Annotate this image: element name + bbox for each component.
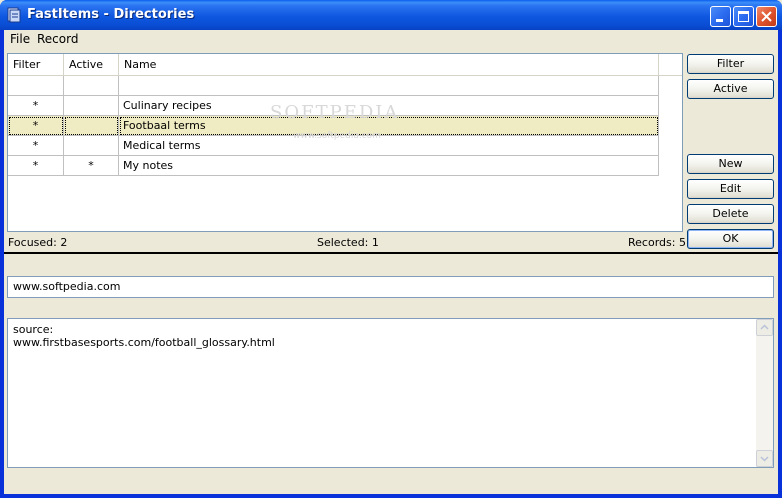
- memo-line-2: www.firstbasesports.com/football_glossar…: [13, 336, 275, 349]
- column-header-active[interactable]: Active: [64, 54, 119, 76]
- ok-button[interactable]: OK: [687, 229, 774, 249]
- grid-header: Filter Active Name: [8, 54, 682, 76]
- table-row[interactable]: * * My notes: [8, 156, 664, 176]
- minimize-button[interactable]: [710, 6, 731, 27]
- cell-active[interactable]: [64, 136, 119, 156]
- status-selected: Selected: 1: [317, 236, 379, 249]
- directories-grid[interactable]: Filter Active Name * Culinary recipes * …: [7, 53, 683, 232]
- memo-text[interactable]: source: www.firstbasesports.com/football…: [13, 323, 275, 349]
- menu-record[interactable]: Record: [35, 32, 80, 46]
- cell-name[interactable]: [119, 76, 659, 96]
- close-icon: [761, 11, 772, 22]
- app-icon: [7, 7, 21, 23]
- softpedia-watermark: SOFTPEDIA: [270, 102, 400, 123]
- cell-active[interactable]: [64, 76, 119, 96]
- app-window: FastItems - Directories File Record Filt…: [0, 0, 782, 498]
- maximize-icon: [738, 11, 749, 22]
- notes-memo[interactable]: source: www.firstbasesports.com/football…: [7, 318, 774, 468]
- column-header-filter[interactable]: Filter: [8, 54, 64, 76]
- minimize-icon: [716, 19, 723, 22]
- memo-scrollbar[interactable]: [756, 319, 773, 467]
- menu-bar: File Record: [4, 30, 778, 49]
- new-button[interactable]: New: [687, 154, 774, 174]
- scroll-down-button[interactable]: [756, 450, 773, 467]
- filter-button[interactable]: Filter: [687, 54, 774, 74]
- cell-active[interactable]: [64, 96, 119, 116]
- cell-filter[interactable]: *: [8, 96, 64, 116]
- status-records: Records: 5: [628, 236, 686, 249]
- cell-active[interactable]: *: [64, 156, 119, 176]
- softpedia-watermark-url: www.softpedia.com: [293, 131, 381, 141]
- url-field[interactable]: www.softpedia.com: [7, 276, 774, 298]
- memo-line-1: source:: [13, 323, 54, 336]
- cell-name[interactable]: My notes: [119, 156, 659, 176]
- arrow-down-icon: [760, 456, 769, 462]
- cell-name[interactable]: Medical terms: [119, 136, 659, 156]
- cell-filter[interactable]: *: [8, 136, 64, 156]
- cell-filter[interactable]: *: [8, 156, 64, 176]
- splitter[interactable]: [4, 252, 778, 255]
- title-bar[interactable]: FastItems - Directories: [0, 0, 782, 30]
- active-button[interactable]: Active: [687, 79, 774, 99]
- maximize-button[interactable]: [733, 6, 754, 27]
- edit-button[interactable]: Edit: [687, 179, 774, 199]
- close-button[interactable]: [756, 6, 777, 27]
- delete-button[interactable]: Delete: [687, 204, 774, 224]
- client-area: File Record Filter Active Name * Culinar…: [4, 30, 778, 494]
- scroll-up-button[interactable]: [756, 319, 773, 336]
- status-focused: Focused: 2: [8, 236, 68, 249]
- menu-file[interactable]: File: [8, 32, 32, 46]
- window-title: FastItems - Directories: [27, 7, 195, 22]
- table-row[interactable]: [8, 76, 664, 96]
- arrow-up-icon: [760, 324, 769, 330]
- cell-active[interactable]: [64, 116, 119, 136]
- cell-filter[interactable]: [8, 76, 64, 96]
- status-bar: [4, 472, 778, 494]
- cell-filter[interactable]: *: [8, 116, 64, 136]
- column-header-name[interactable]: Name: [119, 54, 659, 76]
